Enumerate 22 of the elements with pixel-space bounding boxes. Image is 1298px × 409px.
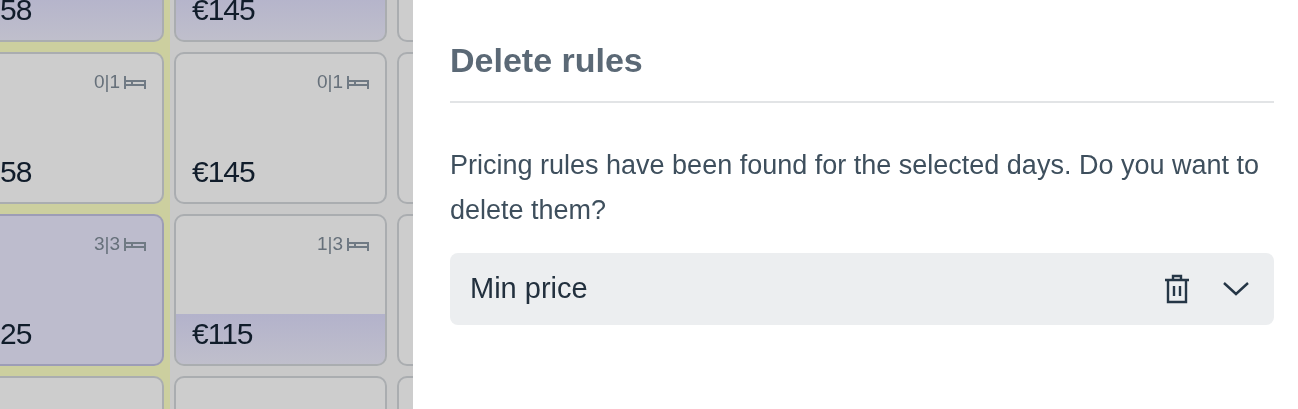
calendar-cell[interactable]: 0|1 58 — [0, 52, 164, 204]
availability-count: 1|3 — [316, 232, 343, 256]
bed-icon — [124, 236, 146, 252]
price-text: €145 — [192, 154, 255, 190]
calendar-cell[interactable]: 0|1 €145 — [174, 52, 387, 204]
price-text: 58 — [0, 154, 32, 190]
bed-icon — [347, 236, 369, 252]
calendar-cell[interactable]: 1|3 €115 — [174, 214, 387, 366]
price-text: 25 — [0, 316, 32, 352]
bed-icon — [124, 74, 146, 90]
calendar-cell[interactable]: 3|3 25 — [0, 214, 164, 366]
rule-label: Min price — [470, 271, 589, 307]
trash-icon — [1164, 273, 1190, 304]
availability-count: 3|3 — [93, 232, 120, 256]
dialog-title: Delete rules — [450, 40, 644, 81]
availability-count: 0|1 — [316, 70, 343, 94]
availability-count: 0|1 — [93, 70, 120, 94]
dialog-message: Pricing rules have been found for the selected days. Do you want to delete them? — [450, 148, 1260, 227]
chevron-icon — [1222, 280, 1250, 297]
bed-icon — [347, 74, 369, 90]
price-text: €115 — [192, 316, 253, 352]
rule-row[interactable]: Min price — [450, 252, 1274, 325]
